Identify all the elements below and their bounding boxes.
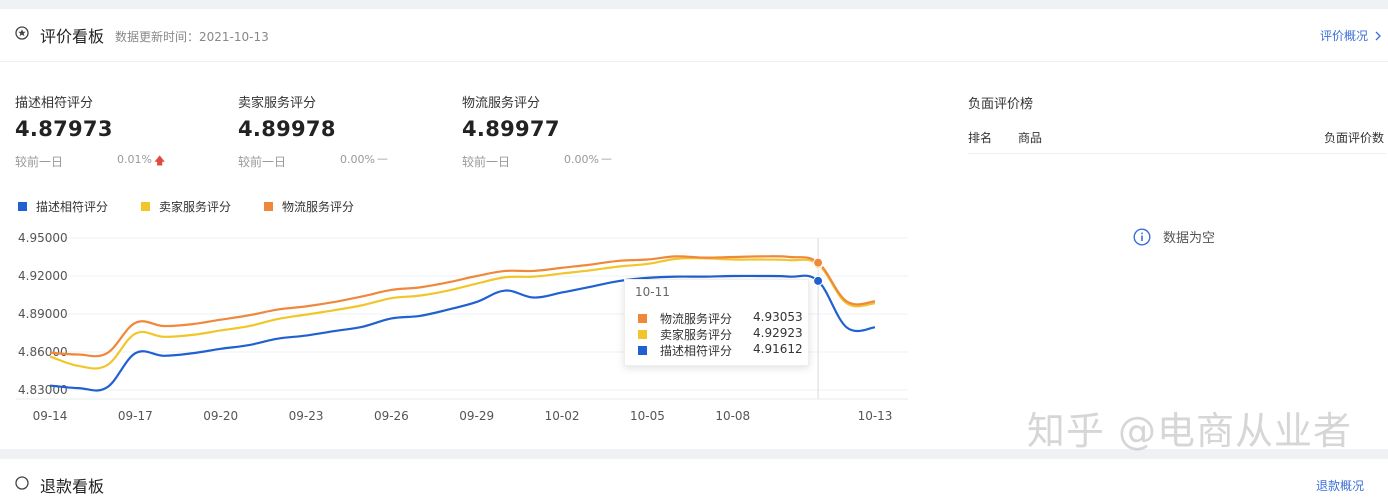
tooltip-row: 描述相符评分 4.91612 [638, 342, 803, 358]
tooltip-series-value: 4.92923 [753, 326, 803, 340]
tooltip-series-name: 卖家服务评分 [660, 328, 733, 342]
y-tick-label: 4.95000 [18, 231, 68, 245]
column-header-product: 商品 [1018, 131, 1043, 145]
tooltip-row: 卖家服务评分 4.92923 [638, 326, 803, 342]
tooltip-swatch [638, 314, 647, 323]
x-tick-label: 09-17 [118, 409, 153, 423]
y-tick-label: 4.86000 [18, 345, 68, 359]
negative-table-header: 排名 商品 负面评价数 [968, 121, 1386, 154]
column-header-negative-count: 负面评价数 [1323, 131, 1384, 145]
tooltip-series-name: 物流服务评分 [660, 312, 733, 326]
hover-point-0 [813, 275, 824, 286]
info-icon [1133, 227, 1151, 246]
x-tick-label: 10-02 [545, 409, 580, 423]
empty-state: 数据为空 [1133, 227, 1215, 246]
score-trend-chart[interactable]: 4.83000 4.86000 4.89000 4.92000 4.95000 09-14… [0, 9, 960, 449]
refund-board-title: 退款看板 [40, 477, 105, 496]
evaluation-board-card: 评价看板 数据更新时间：2021-10-13 评价概况 描述相符评分 4.879… [0, 9, 1388, 449]
tooltip-series-value: 4.91612 [753, 342, 803, 356]
x-tick-label: 09-26 [374, 409, 409, 423]
x-tick-label: 10-08 [715, 409, 750, 423]
watermark: 知乎 @电商从业者 [1026, 409, 1352, 453]
x-tick-label: 09-29 [459, 409, 494, 423]
tooltip-row: 物流服务评分 4.93053 [638, 310, 803, 326]
negative-panel-title: 负面评价榜 [968, 97, 1034, 112]
chart-tooltip: 10-11 物流服务评分 4.93053 卖家服务评分 4.92923 描述相符… [624, 279, 809, 366]
tooltip-series-value: 4.93053 [753, 310, 803, 324]
hover-point-2 [813, 257, 824, 268]
tooltip-series-name: 描述相符评分 [660, 344, 733, 358]
evaluation-overview-link[interactable]: 评价概况 [1320, 27, 1382, 44]
y-tick-label: 4.83000 [18, 383, 68, 397]
y-tick-label: 4.92000 [18, 269, 68, 283]
tooltip-swatch [638, 346, 647, 355]
empty-text: 数据为空 [1163, 231, 1216, 246]
x-tick-label: 10-13 [858, 409, 893, 423]
refund-overview-link[interactable]: 退款概况 [1316, 477, 1364, 494]
chevron-right-icon [1375, 31, 1381, 40]
star-circle-icon [15, 476, 29, 490]
x-tick-label: 09-23 [289, 409, 324, 423]
x-tick-label: 10-05 [630, 409, 665, 423]
tooltip-date: 10-11 [635, 285, 670, 299]
x-tick-label: 09-14 [33, 409, 68, 423]
overview-link-label: 评价概况 [1319, 29, 1368, 43]
column-header-rank: 排名 [968, 131, 993, 145]
x-tick-label: 09-20 [203, 409, 238, 423]
y-tick-label: 4.89000 [18, 307, 68, 321]
refund-board-card: 退款看板 退款概况 [0, 459, 1388, 499]
tooltip-swatch [638, 330, 647, 339]
